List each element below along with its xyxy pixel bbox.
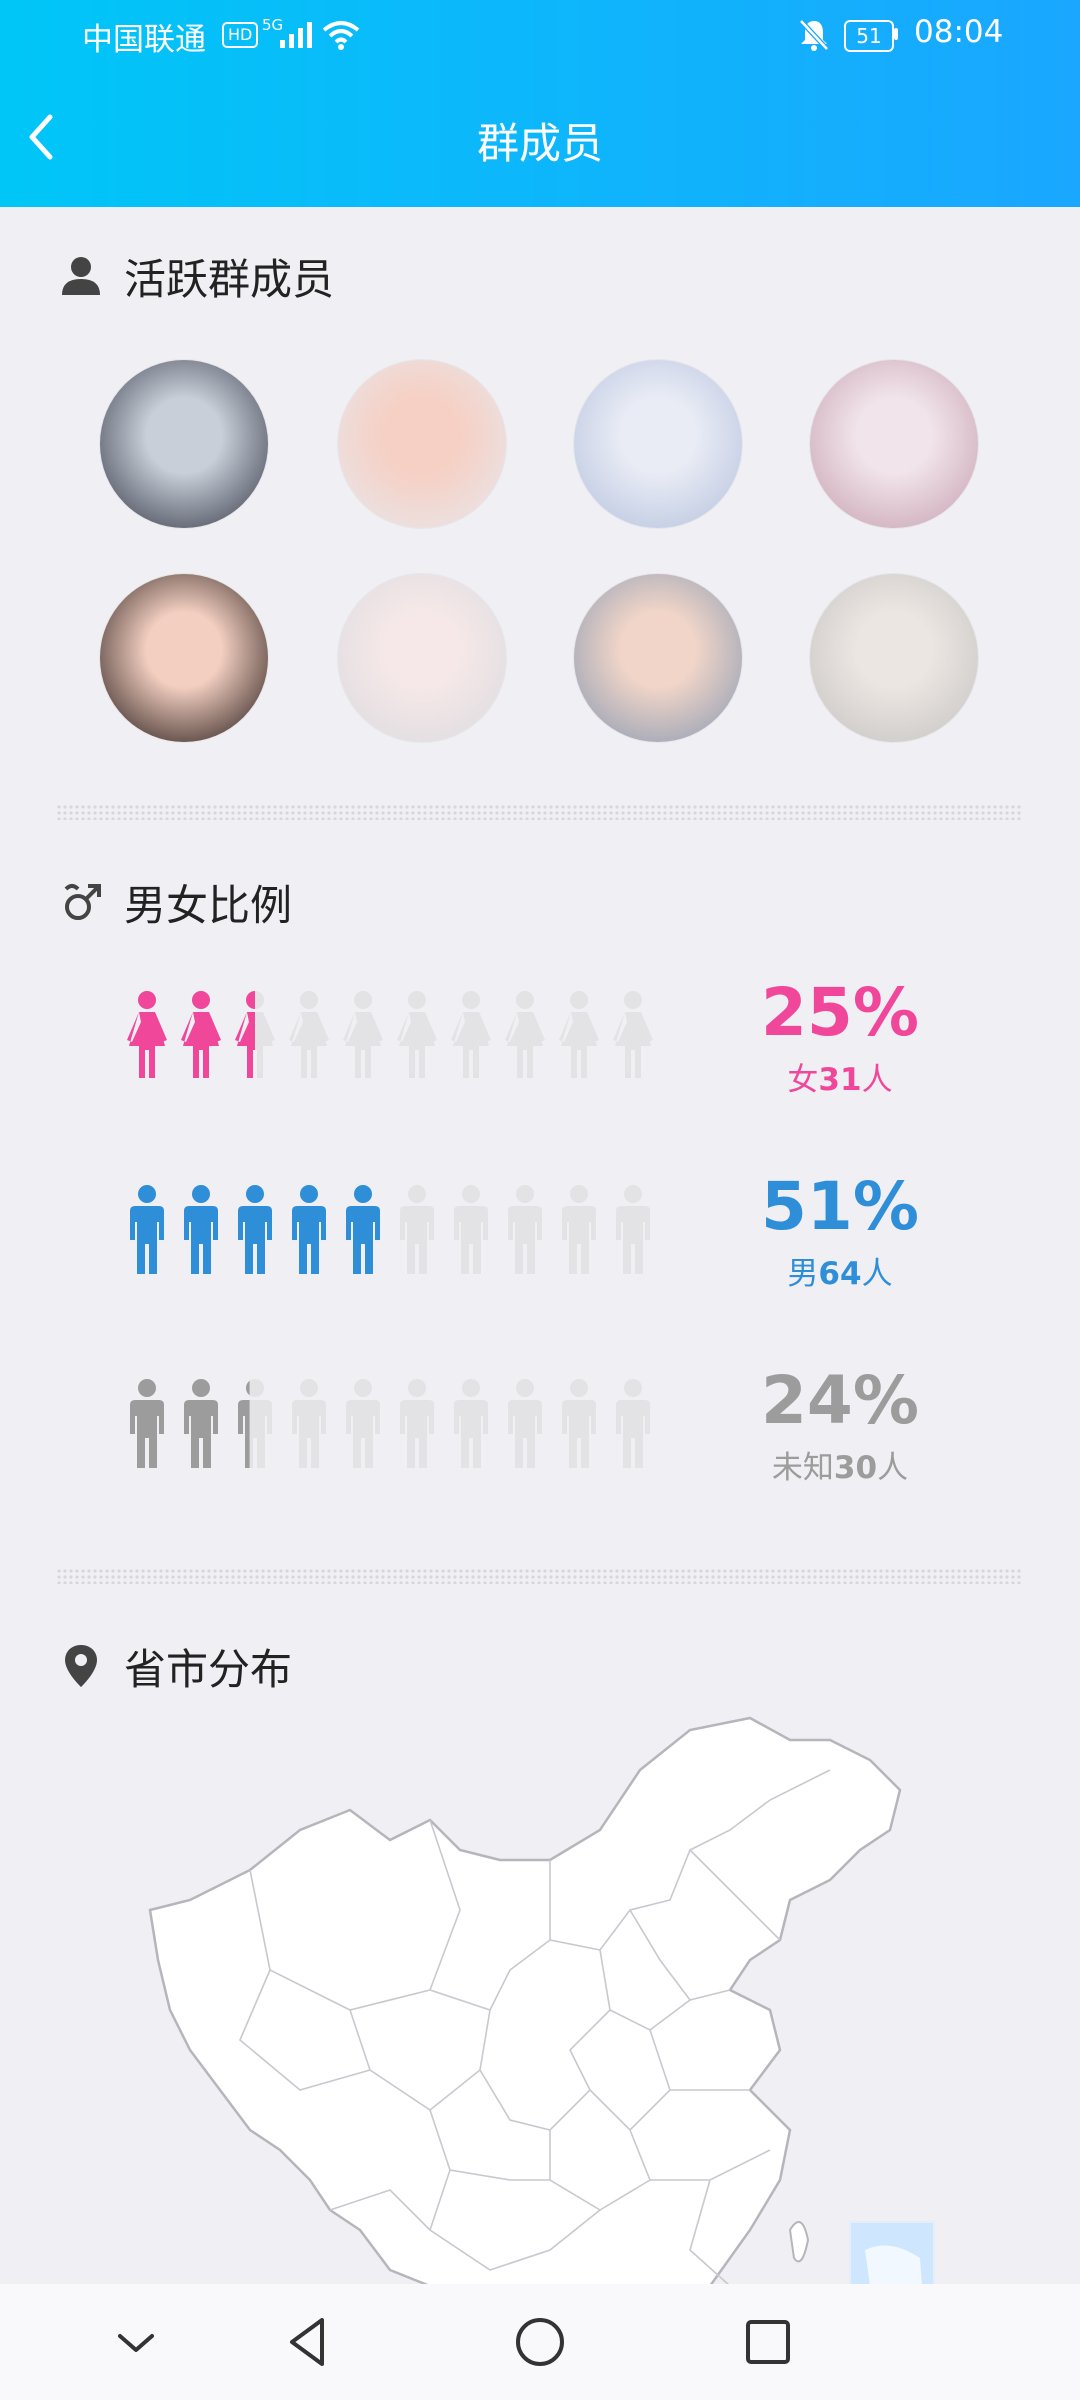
male-figure-filled	[130, 1185, 164, 1274]
female-figure-empty	[343, 991, 383, 1078]
unknown-figure-empty	[616, 1379, 650, 1468]
home-circle-icon[interactable]	[508, 2310, 572, 2374]
male-figure-empty	[562, 1185, 596, 1274]
male-count-label: 男	[787, 1256, 819, 1292]
unknown-figure-filled	[184, 1379, 218, 1468]
unknown-count-label: 未知	[771, 1450, 834, 1486]
unknown-figure-empty	[346, 1379, 380, 1468]
member-avatar[interactable]	[810, 574, 978, 742]
china-map-shape	[148, 1716, 935, 2286]
male-count: 男64人	[720, 1248, 960, 1293]
unknown-figure-row	[130, 1379, 650, 1468]
province-header: 省市分布	[58, 1636, 292, 1696]
unknown-percent: 24%	[761, 1362, 919, 1439]
male-percent: 51%	[761, 1168, 919, 1245]
male-figure-empty	[400, 1185, 434, 1274]
female-figure-filled	[181, 991, 221, 1078]
male-figure-empty	[616, 1185, 650, 1274]
unknown-figure-empty	[238, 1379, 272, 1468]
unknown-figure-empty	[400, 1379, 434, 1468]
gender-ratio-header: 男女比例	[58, 872, 292, 932]
female-figure-empty	[289, 991, 329, 1078]
gender-ratio-title: 男女比例	[124, 880, 293, 930]
member-avatar[interactable]	[574, 360, 742, 528]
male-figure-empty	[508, 1185, 542, 1274]
female-figure-empty	[451, 991, 491, 1078]
male-figure-empty	[454, 1185, 488, 1274]
unknown-figure-empty	[562, 1379, 596, 1468]
province-title: 省市分布	[124, 1644, 293, 1694]
female-percent: 25%	[761, 974, 919, 1051]
female-count-label: 女	[787, 1062, 819, 1098]
china-map[interactable]	[130, 1710, 950, 2286]
section-divider	[56, 804, 1022, 820]
active-members-title: 活跃群成员	[124, 254, 335, 304]
mute-bell-icon	[799, 19, 829, 51]
status-bar: 中国联通 HD 5G 51 08:04	[0, 0, 1080, 72]
unknown-figure-empty	[454, 1379, 488, 1468]
signal-icon	[280, 22, 312, 48]
gender-icon	[64, 884, 101, 920]
system-nav-bar	[0, 2284, 1080, 2400]
wifi-icon	[322, 21, 360, 50]
section-divider	[56, 1568, 1022, 1584]
carrier-name: 中国联通	[82, 22, 206, 58]
female-figure-empty	[559, 991, 599, 1078]
female-figure-empty	[505, 991, 545, 1078]
clock: 08:04	[914, 14, 1004, 50]
member-avatar[interactable]	[574, 574, 742, 742]
female-figure-row	[127, 991, 653, 1078]
member-avatar[interactable]	[100, 360, 268, 528]
unknown-figure-filled	[130, 1379, 164, 1468]
unknown-figure-empty	[508, 1379, 542, 1468]
male-figure-row	[130, 1185, 650, 1274]
unknown-figure-empty	[292, 1379, 326, 1468]
person-icon	[62, 257, 100, 295]
female-count-number: 31	[818, 1062, 862, 1098]
male-count-number: 64	[818, 1256, 862, 1292]
member-avatar[interactable]	[338, 360, 506, 528]
unknown-count: 未知30人	[720, 1442, 960, 1487]
female-count: 女31人	[720, 1054, 960, 1099]
active-members-header: 活跃群成员	[58, 246, 334, 306]
female-figure-filled	[127, 991, 167, 1078]
male-count-unit: 人	[861, 1256, 893, 1292]
hd-badge: HD	[222, 22, 259, 48]
female-figure-empty	[397, 991, 437, 1078]
member-avatar[interactable]	[338, 574, 506, 742]
male-figure-filled	[292, 1185, 326, 1274]
female-figure-empty	[613, 991, 653, 1078]
male-figure-filled	[346, 1185, 380, 1274]
page-title: 群成员	[476, 119, 603, 168]
location-pin-icon	[65, 1645, 97, 1687]
chevron-down-icon[interactable]	[104, 2310, 168, 2374]
unknown-count-number: 30	[833, 1450, 878, 1486]
male-figure-filled	[238, 1185, 272, 1274]
female-count-unit: 人	[861, 1062, 893, 1098]
member-avatar[interactable]	[100, 574, 268, 742]
battery-tip	[894, 28, 898, 40]
battery-indicator: 51	[844, 20, 894, 52]
male-figure-filled	[184, 1185, 218, 1274]
member-avatar[interactable]	[810, 360, 978, 528]
recents-square-icon[interactable]	[736, 2310, 800, 2374]
app-header: 中国联通 HD 5G 51 08:04 群成员	[0, 0, 1080, 207]
back-triangle-icon[interactable]	[278, 2310, 342, 2374]
unknown-count-unit: 人	[877, 1450, 909, 1486]
